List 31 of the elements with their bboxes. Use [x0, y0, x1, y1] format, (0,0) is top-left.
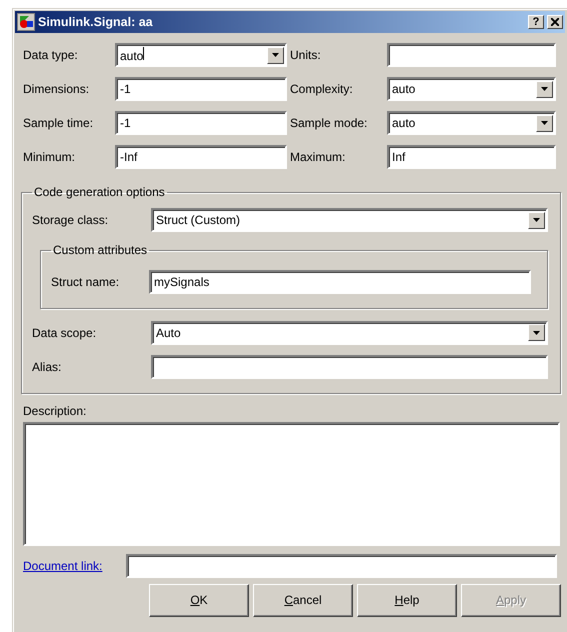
dialog-button[interactable]: Help: [357, 584, 457, 618]
dropdown-field[interactable]: auto: [387, 111, 556, 135]
input-field[interactable]: -1: [115, 111, 287, 135]
group-title: Custom attributes: [52, 243, 148, 258]
field-label: Complexity:: [289, 82, 354, 96]
dropdown-field[interactable]: Auto: [151, 320, 548, 345]
field-label: Minimum:: [23, 150, 76, 164]
input-field[interactable]: -1: [115, 77, 287, 101]
dropdown-field[interactable]: Struct (Custom): [151, 208, 548, 232]
document-link[interactable]: Document link:: [23, 558, 126, 574]
window-title: Simulink.Signal: aa: [38, 14, 154, 30]
field-label: Data scope:: [32, 326, 98, 340]
dialog-button[interactable]: Cancel: [253, 584, 353, 618]
dropdown-field[interactable]: auto: [387, 77, 556, 101]
field-label: Sample time:: [23, 116, 94, 130]
dialog-button[interactable]: OK: [149, 584, 249, 618]
input-field[interactable]: -Inf: [115, 145, 287, 169]
field-label: Maximum:: [289, 150, 346, 164]
group-title: Code generation options: [33, 185, 166, 200]
field-label: Dimensions:: [23, 82, 90, 96]
input-field[interactable]: mySignals: [149, 270, 531, 294]
field-label: Units:: [289, 48, 322, 62]
input-field[interactable]: Inf: [387, 145, 556, 169]
help-button[interactable]: ?: [528, 15, 544, 29]
field-label: Data type:: [23, 48, 79, 62]
field-label: Struct name:: [51, 274, 120, 289]
field-label: Alias:: [32, 360, 62, 374]
field-label: Description:: [23, 404, 88, 418]
dropdown-field[interactable]: auto: [115, 43, 287, 67]
field-label: Sample mode:: [289, 116, 368, 130]
field-label: Storage class:: [32, 213, 110, 228]
